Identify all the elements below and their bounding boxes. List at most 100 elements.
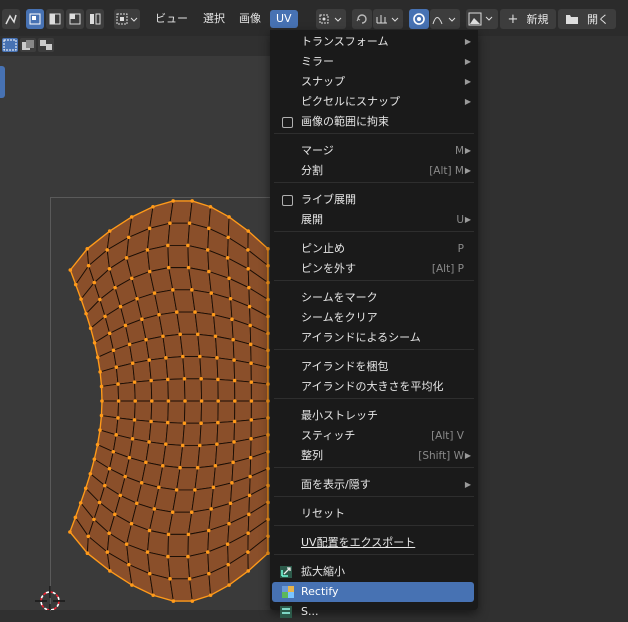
uv-vertex[interactable] <box>249 418 254 422</box>
uv-vertex[interactable] <box>211 312 216 317</box>
uv-vertex[interactable] <box>164 442 168 446</box>
uv-vertex[interactable] <box>186 243 190 248</box>
uv-face[interactable] <box>132 419 152 443</box>
uv-face[interactable] <box>167 511 193 535</box>
uv-vertex[interactable] <box>145 550 150 554</box>
uv-vertex[interactable] <box>171 288 175 292</box>
uv-vertex[interactable] <box>160 463 165 468</box>
new-image-button[interactable]: + 新規 <box>500 9 556 29</box>
uv-vertex[interactable] <box>149 419 153 424</box>
uv-vertex[interactable] <box>190 199 194 203</box>
uv-vertex[interactable] <box>113 512 117 517</box>
uv-vertex[interactable] <box>113 285 117 290</box>
uv-vertex[interactable] <box>147 269 152 274</box>
uv-vertex[interactable] <box>127 342 132 347</box>
uv-vertex[interactable] <box>147 528 152 533</box>
uv-vertex[interactable] <box>166 243 170 248</box>
uv-vertex[interactable] <box>111 348 116 353</box>
uv-vertex[interactable] <box>147 571 152 576</box>
uv-vertex[interactable] <box>140 317 144 321</box>
uv-vertex[interactable] <box>248 342 253 347</box>
uv-vertex[interactable] <box>211 485 216 490</box>
uv-vertex[interactable] <box>95 442 100 447</box>
uv-vertex[interactable] <box>168 577 172 581</box>
uv-vertex[interactable] <box>135 296 139 301</box>
uv-vertex[interactable] <box>92 340 97 345</box>
menu-item-pack-islands[interactable]: アイランドを梱包 <box>270 357 478 377</box>
uv-face[interactable] <box>250 381 269 402</box>
uv-vertex[interactable] <box>144 460 148 465</box>
uv-face[interactable] <box>172 289 196 313</box>
menu-uv[interactable]: UV <box>270 10 298 28</box>
uv-face[interactable] <box>134 400 153 422</box>
uv-vertex[interactable] <box>114 433 118 437</box>
menu-item-minimize-stretch[interactable]: 最小ストレッチ <box>270 406 478 426</box>
uv-vertex[interactable] <box>102 483 107 488</box>
menu-item-mark-seam[interactable]: シームをマーク <box>270 288 478 308</box>
uv-vertex[interactable] <box>186 532 191 537</box>
uv-vertex[interactable] <box>213 334 218 339</box>
uv-vertex[interactable] <box>209 291 214 295</box>
uv-vertex[interactable] <box>95 355 100 360</box>
uv-vertex[interactable] <box>124 542 129 546</box>
menu-item-seams-from-islands[interactable]: アイランドによるシーム <box>270 328 478 348</box>
menu-item-export-uv-layout[interactable]: UV配置をエクスポート <box>270 533 478 553</box>
menu-item-show-hide-faces[interactable]: 面を表示/隠す ▶ <box>270 475 478 495</box>
uv-vertex[interactable] <box>183 399 187 403</box>
uv-face[interactable] <box>214 441 235 467</box>
uv-face[interactable] <box>168 267 193 291</box>
uv-vertex[interactable] <box>249 361 253 366</box>
uv-vertex[interactable] <box>130 436 135 441</box>
uv-vertex[interactable] <box>232 358 236 362</box>
menu-item-average-islands-scale[interactable]: アイランドの大きさを平均化 <box>270 377 478 397</box>
uv-vertex[interactable] <box>182 421 187 426</box>
uv-vertex[interactable] <box>230 481 234 485</box>
uv-vertex[interactable] <box>129 276 134 281</box>
uv-vertex[interactable] <box>232 378 237 383</box>
uv-vertex[interactable] <box>73 282 78 287</box>
uv-vertex[interactable] <box>225 256 230 260</box>
uv-face[interactable] <box>134 380 153 402</box>
uv-vertex[interactable] <box>139 481 144 485</box>
uv-vertex[interactable] <box>118 304 123 309</box>
uv-vertex[interactable] <box>249 380 254 384</box>
uv-face[interactable] <box>182 422 202 446</box>
2d-cursor[interactable] <box>35 586 65 610</box>
uv-vertex[interactable] <box>149 399 154 403</box>
uv-vertex[interactable] <box>79 297 83 301</box>
uv-vertex[interactable] <box>199 376 203 381</box>
checkbox-icon[interactable] <box>282 195 293 206</box>
uv-vertex[interactable] <box>186 554 190 559</box>
uv-face[interactable] <box>216 420 236 445</box>
uv-vertex[interactable] <box>129 521 134 526</box>
uv-vertex[interactable] <box>92 517 96 522</box>
uv-vertex[interactable] <box>227 521 231 526</box>
uv-vertex[interactable] <box>246 229 251 233</box>
uv-vertex[interactable] <box>232 440 236 444</box>
uv-vertex[interactable] <box>232 419 237 424</box>
uv-vertex[interactable] <box>190 599 195 603</box>
uv-vertex[interactable] <box>190 288 194 292</box>
uv-vertex[interactable] <box>247 304 252 309</box>
menu-item-pin[interactable]: ピン止め P <box>270 239 478 259</box>
uv-vertex[interactable] <box>123 323 128 328</box>
uv-vertex[interactable] <box>147 440 151 444</box>
uv-face[interactable] <box>169 200 193 224</box>
uv-vertex[interactable] <box>247 512 251 517</box>
uv-vertex[interactable] <box>92 457 97 462</box>
uv-face[interactable] <box>165 356 185 380</box>
uv-vertex[interactable] <box>147 226 152 231</box>
uv-vertex[interactable] <box>157 485 161 490</box>
uv-vertex[interactable] <box>84 311 88 316</box>
uv-vertex[interactable] <box>99 384 104 389</box>
uv-vertex[interactable] <box>103 314 107 319</box>
uv-vertex[interactable] <box>227 276 231 281</box>
uv-vertex[interactable] <box>205 550 210 554</box>
uv-vertex[interactable] <box>195 465 200 470</box>
uv-vertex[interactable] <box>86 534 91 539</box>
uv-vertex[interactable] <box>206 528 211 533</box>
open-image-button[interactable]: 開く <box>558 9 616 29</box>
uv-vertex[interactable] <box>123 474 128 479</box>
uv-face[interactable] <box>176 311 199 335</box>
pivot-point-dropdown[interactable] <box>316 9 346 29</box>
